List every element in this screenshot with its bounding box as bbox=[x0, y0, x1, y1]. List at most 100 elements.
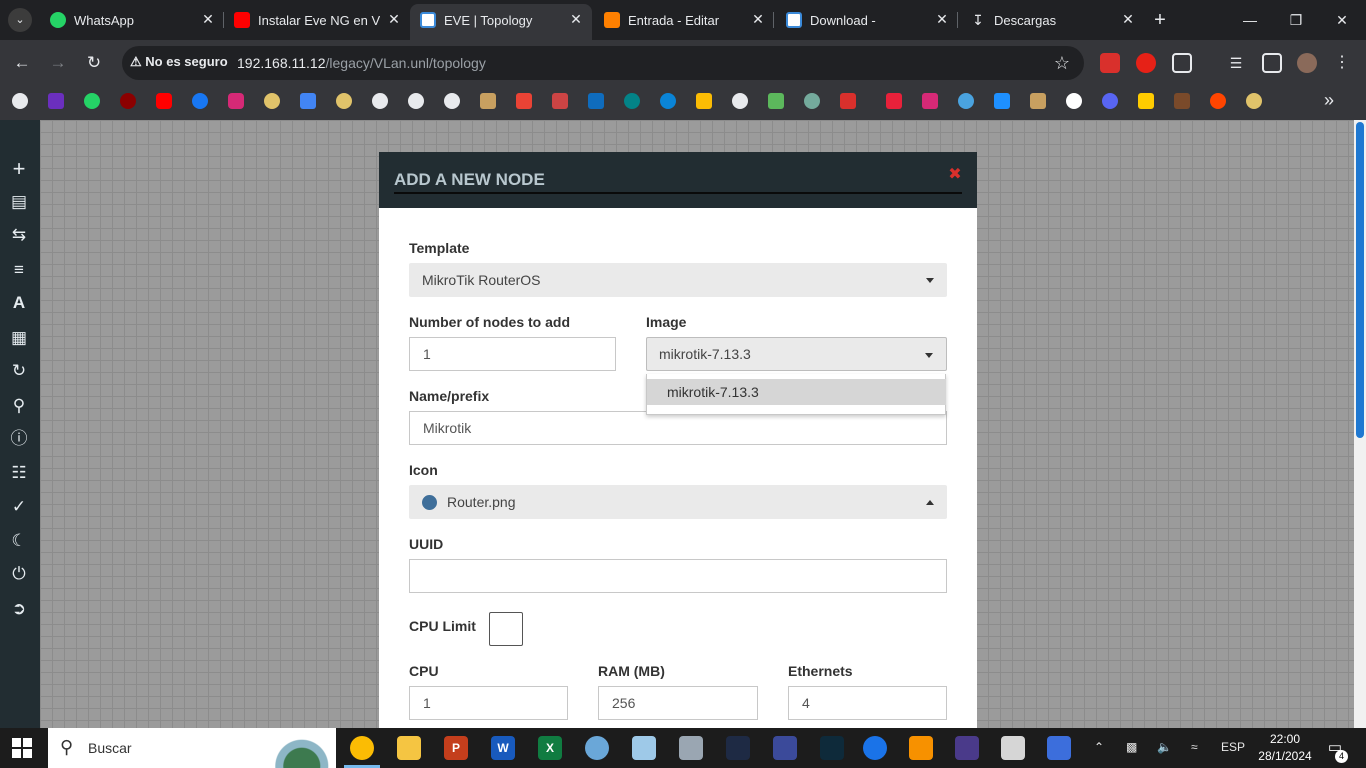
app-icon[interactable] bbox=[955, 736, 979, 760]
app-icon[interactable] bbox=[909, 736, 933, 760]
powerpoint-icon[interactable]: P bbox=[444, 736, 468, 760]
university-seal-icon[interactable] bbox=[1246, 93, 1262, 109]
refresh-icon[interactable]: ↻ bbox=[8, 360, 30, 382]
media-control-icon[interactable]: ☰ bbox=[1226, 53, 1246, 73]
bookmark-app-icon[interactable] bbox=[1030, 93, 1046, 109]
reddit-icon[interactable] bbox=[1210, 93, 1226, 109]
bookmark-star-icon[interactable]: ☆ bbox=[1054, 53, 1070, 74]
extension-adblock-icon[interactable] bbox=[1136, 53, 1156, 73]
globe-icon[interactable] bbox=[444, 93, 460, 109]
battery-icon[interactable]: ▩ bbox=[1126, 740, 1137, 754]
chrome-icon[interactable] bbox=[350, 736, 374, 760]
app-icon[interactable] bbox=[773, 736, 797, 760]
dark-mode-moon-icon[interactable]: ☾ bbox=[8, 530, 30, 552]
bookmark-red-icon[interactable] bbox=[120, 93, 136, 109]
yahoo-mail-icon[interactable] bbox=[48, 93, 64, 109]
reload-icon[interactable]: ↻ bbox=[82, 51, 106, 75]
logout-icon[interactable]: ➲ bbox=[8, 598, 30, 620]
name-prefix-input[interactable]: Mikrotik bbox=[409, 411, 947, 445]
side-panel-icon[interactable] bbox=[1262, 53, 1282, 73]
icon-select[interactable]: Router.png bbox=[409, 485, 947, 519]
app-icon[interactable] bbox=[820, 736, 844, 760]
power-icon[interactable]: ⏻ bbox=[8, 563, 30, 585]
startup-configs-icon[interactable]: ≡ bbox=[8, 259, 30, 281]
language-indicator[interactable]: ESP bbox=[1221, 740, 1245, 754]
globe-icon[interactable] bbox=[12, 93, 28, 109]
onedrive-icon[interactable] bbox=[660, 93, 676, 109]
bookmark-app-icon[interactable] bbox=[480, 93, 496, 109]
cpu-limit-checkbox[interactable] bbox=[489, 612, 523, 646]
bookmark-app-icon[interactable] bbox=[994, 93, 1010, 109]
gmail-icon[interactable] bbox=[516, 93, 532, 109]
minimize-icon[interactable]: — bbox=[1238, 8, 1262, 32]
list-icon[interactable]: ☷ bbox=[8, 462, 30, 484]
tray-overflow-icon[interactable]: ⌃ bbox=[1094, 740, 1104, 754]
sci-hub-icon[interactable] bbox=[1174, 93, 1190, 109]
paint-icon[interactable] bbox=[585, 736, 609, 760]
tab-entrada-editar[interactable]: Entrada - Editar ✕ bbox=[594, 0, 774, 40]
url-text[interactable]: 192.168.11.12/legacy/VLan.unl/topology bbox=[237, 55, 486, 71]
forward-arrow-icon[interactable]: → bbox=[46, 51, 70, 75]
extensions-puzzle-icon[interactable] bbox=[1172, 53, 1192, 73]
globe-icon[interactable] bbox=[732, 93, 748, 109]
wifi-icon[interactable]: ≈ bbox=[1191, 740, 1198, 754]
new-tab-button[interactable]: + bbox=[1150, 10, 1170, 30]
nodes-count-input[interactable]: 1 bbox=[409, 337, 616, 371]
sharepoint-icon[interactable] bbox=[624, 93, 640, 109]
zoom-icon[interactable]: ⚲ bbox=[8, 395, 30, 417]
google-drive-icon[interactable] bbox=[696, 93, 712, 109]
check-circle-icon[interactable]: ✓ bbox=[8, 496, 30, 518]
outlook-icon[interactable] bbox=[588, 93, 604, 109]
info-icon[interactable]: ⓘ bbox=[8, 428, 30, 450]
restore-icon[interactable]: ❐ bbox=[1284, 8, 1308, 32]
ram-input[interactable]: 256 bbox=[598, 686, 758, 720]
app-icon[interactable] bbox=[1047, 736, 1071, 760]
university-seal-icon[interactable] bbox=[336, 93, 352, 109]
add-object-icon[interactable]: + bbox=[8, 158, 30, 180]
taskbar-search[interactable]: ⚲ Buscar bbox=[48, 728, 336, 768]
profile-avatar[interactable] bbox=[1297, 53, 1317, 73]
app-icon[interactable] bbox=[726, 736, 750, 760]
chatgpt-icon[interactable] bbox=[804, 93, 820, 109]
page-scrollbar[interactable] bbox=[1354, 120, 1366, 728]
scrollbar-thumb[interactable] bbox=[1356, 122, 1364, 438]
app-icon[interactable] bbox=[863, 736, 887, 760]
window-close-icon[interactable]: ✕ bbox=[1330, 8, 1354, 32]
close-icon[interactable]: ✖ bbox=[947, 167, 963, 183]
text-objects-icon[interactable]: A bbox=[8, 292, 30, 314]
menu-dots-icon[interactable]: ⋮ bbox=[1332, 53, 1352, 73]
bookmark-app-icon[interactable] bbox=[768, 93, 784, 109]
globe-icon[interactable] bbox=[372, 93, 388, 109]
tab-descargas[interactable]: ↧ Descargas ✕ bbox=[960, 0, 1144, 40]
facebook-icon[interactable] bbox=[192, 93, 208, 109]
tab-download[interactable]: Download - ✕ bbox=[776, 0, 958, 40]
close-icon[interactable]: ✕ bbox=[750, 11, 766, 27]
symbolab-icon[interactable] bbox=[922, 93, 938, 109]
networks-icon[interactable]: ⇆ bbox=[8, 224, 30, 246]
youtube-icon[interactable] bbox=[156, 93, 172, 109]
back-arrow-icon[interactable]: ← bbox=[10, 51, 34, 75]
volume-icon[interactable]: 🔈 bbox=[1157, 740, 1172, 754]
google-icon[interactable] bbox=[1066, 93, 1082, 109]
app-icon[interactable] bbox=[632, 736, 656, 760]
uuid-input[interactable] bbox=[409, 559, 947, 593]
excel-icon[interactable]: X bbox=[538, 736, 562, 760]
image-option[interactable]: mikrotik-7.13.3 bbox=[647, 379, 946, 405]
google-translate-icon[interactable] bbox=[300, 93, 316, 109]
ethernets-input[interactable]: 4 bbox=[788, 686, 947, 720]
close-icon[interactable]: ✕ bbox=[200, 11, 216, 27]
tab-instalar-eve[interactable]: Instalar Eve NG en VMware ✕ bbox=[224, 0, 410, 40]
bookmarks-overflow-icon[interactable]: » bbox=[1324, 90, 1334, 111]
grid-icon[interactable]: ▦ bbox=[8, 327, 30, 349]
security-chip[interactable]: ⚠ No es seguro bbox=[130, 54, 228, 70]
discord-icon[interactable] bbox=[1102, 93, 1118, 109]
globe-icon[interactable] bbox=[408, 93, 424, 109]
extension-mendeley-icon[interactable] bbox=[1100, 53, 1120, 73]
close-icon[interactable]: ✕ bbox=[568, 11, 584, 27]
word-icon[interactable]: W bbox=[491, 736, 515, 760]
image-select[interactable]: mikrotik-7.13.3 bbox=[646, 337, 947, 371]
tab-eve-topology[interactable]: EVE | Topology ✕ bbox=[410, 4, 592, 40]
clock-time[interactable]: 22:00 bbox=[1260, 732, 1310, 746]
cloud-icon[interactable] bbox=[958, 93, 974, 109]
close-icon[interactable]: ✕ bbox=[934, 11, 950, 27]
